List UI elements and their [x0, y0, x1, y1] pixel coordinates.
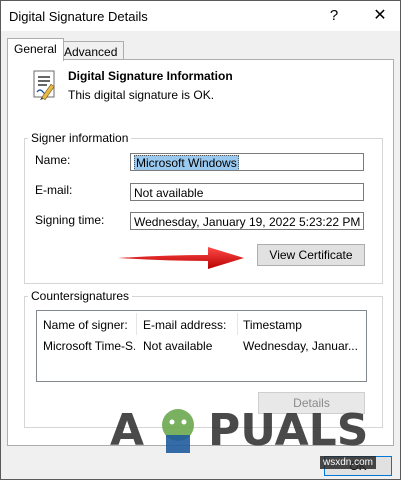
- signing-time-label: Signing time:: [35, 213, 105, 227]
- title-bar: Digital Signature Details ? ✕: [1, 1, 400, 31]
- red-arrow-annotation: [118, 247, 244, 269]
- signature-status: This digital signature is OK.: [68, 88, 215, 102]
- site-watermark: wsxdn.com: [320, 456, 377, 469]
- column-separator[interactable]: [237, 313, 238, 335]
- signing-time-field[interactable]: Wednesday, January 19, 2022 5:23:22 PM: [130, 212, 364, 230]
- column-header-timestamp[interactable]: Timestamp: [243, 318, 302, 332]
- close-button[interactable]: ✕: [367, 4, 393, 28]
- column-header-email[interactable]: E-mail address:: [143, 318, 226, 332]
- column-separator[interactable]: [136, 313, 137, 335]
- svg-text:A: A: [110, 405, 144, 456]
- countersignatures-list[interactable]: Name of signer: E-mail address: Timestam…: [36, 310, 367, 382]
- signer-group-label: Signer information: [28, 131, 132, 145]
- name-field[interactable]: Microsoft Windows: [130, 153, 364, 171]
- view-certificate-button[interactable]: View Certificate: [257, 244, 365, 266]
- name-value: Microsoft Windows: [134, 155, 239, 170]
- name-label: Name:: [35, 153, 71, 167]
- row-signer-timestamp[interactable]: Wednesday, Januar...: [243, 339, 363, 353]
- appuals-watermark-logo: A PUALS: [110, 405, 368, 456]
- window-title: Digital Signature Details: [9, 9, 148, 24]
- email-field[interactable]: Not available: [130, 183, 364, 201]
- certificate-document-icon: [33, 70, 55, 101]
- row-signer-email[interactable]: Not available: [143, 339, 235, 353]
- countersignatures-group-label: Countersignatures: [28, 289, 133, 303]
- help-button[interactable]: ?: [321, 4, 347, 28]
- tab-general[interactable]: General: [7, 38, 64, 61]
- column-header-name[interactable]: Name of signer:: [43, 318, 128, 332]
- row-signer-name[interactable]: Microsoft Time-S...: [43, 339, 135, 353]
- info-title: Digital Signature Information: [68, 69, 233, 83]
- svg-text:PUALS: PUALS: [208, 405, 368, 456]
- email-label: E-mail:: [35, 183, 73, 197]
